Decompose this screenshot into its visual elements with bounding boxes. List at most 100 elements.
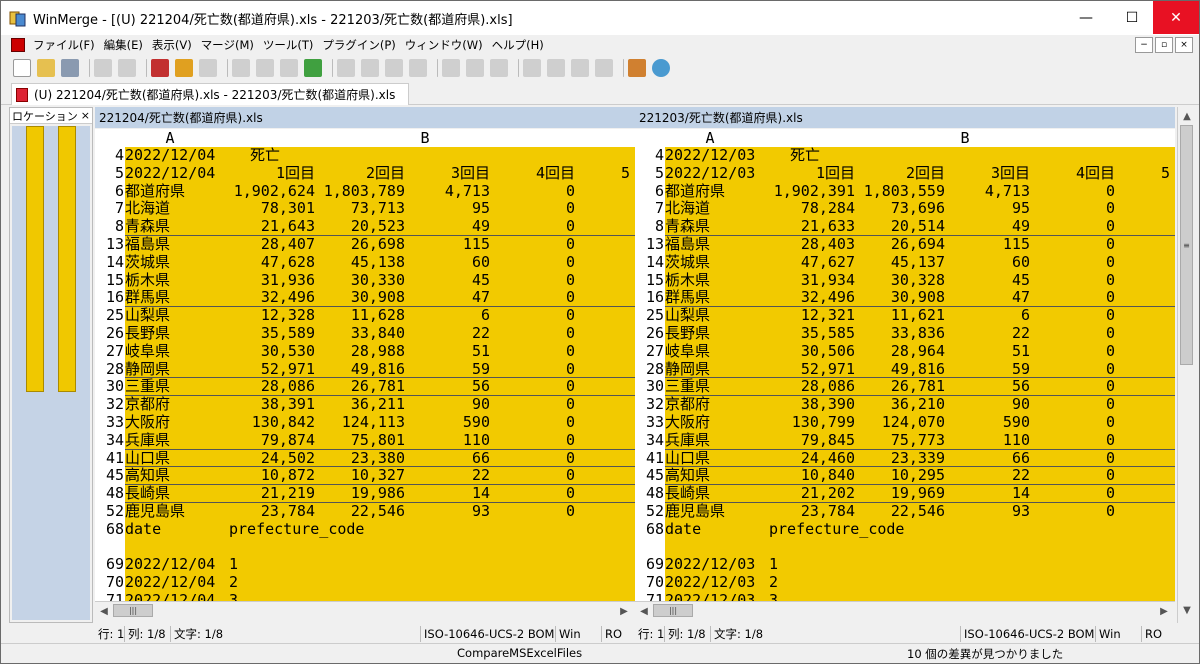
cell-b1[interactable]: 32,496	[755, 289, 855, 306]
cell-a[interactable]: 栃木県	[665, 272, 755, 290]
cell-a[interactable]: 2022/12/03	[665, 556, 755, 574]
cell-b4[interactable]: 0	[1030, 183, 1115, 201]
cell-b3[interactable]: 6	[405, 307, 490, 325]
cell-b[interactable]: prefecture_code	[215, 521, 364, 539]
all-right-icon[interactable]	[442, 59, 460, 77]
cell-b3[interactable]: 60	[945, 254, 1030, 272]
cell-b4[interactable]: 0	[490, 485, 575, 502]
cell-b2[interactable]: 28,964	[855, 343, 945, 361]
cell-b[interactable]: 1	[215, 556, 238, 574]
cell-b[interactable]	[755, 539, 769, 557]
cell-a[interactable]: 長野県	[665, 325, 755, 343]
cell-b2[interactable]: 28,988	[315, 343, 405, 361]
left-pane[interactable]: 221204/死亡数(都道府県).xls A B 4 2022/12/04 死亡 5 202…	[95, 107, 635, 623]
cell-b1[interactable]: 32,496	[215, 289, 315, 306]
cell-b2[interactable]: 22,546	[855, 503, 945, 521]
cell-b3[interactable]: 47	[405, 289, 490, 306]
cell-b3[interactable]: 66	[405, 450, 490, 467]
cell-b1[interactable]: 78,301	[215, 200, 315, 218]
cell-b2[interactable]: 30,328	[855, 272, 945, 290]
cell-b5[interactable]	[575, 254, 630, 272]
cell-b2[interactable]: 45,138	[315, 254, 405, 272]
right-grid[interactable]: A B 4 2022/12/03 死亡 5 2022/12/03 1回目 2回目 3回目 4回目 5 6…	[635, 129, 1175, 601]
cell-b2[interactable]: 49,816	[855, 361, 945, 378]
cell-a[interactable]: 長崎県	[665, 485, 755, 502]
cell-b3[interactable]: 59	[405, 361, 490, 378]
menu-plugins[interactable]: プラグイン(P)	[322, 37, 395, 53]
cell-b4[interactable]: 0	[1030, 307, 1115, 325]
cell-b3[interactable]: 22	[405, 325, 490, 343]
maximize-button[interactable]: ☐	[1109, 1, 1155, 34]
cell-a[interactable]: 福島県	[125, 236, 215, 254]
table-row[interactable]: 7 北海道 78,284 73,696 95 0	[635, 200, 1175, 219]
cell-b3[interactable]: 590	[945, 414, 1030, 432]
cell-b5[interactable]	[1115, 450, 1170, 467]
cell-a[interactable]: 山梨県	[665, 307, 755, 325]
cell-a[interactable]: 2022/12/03	[665, 574, 755, 592]
cell-b1[interactable]: 28,086	[755, 378, 855, 395]
cell-b2[interactable]: 20,523	[315, 218, 405, 235]
cell-b5[interactable]	[1115, 200, 1170, 218]
copy-right-icon[interactable]	[337, 59, 355, 77]
cell-b2[interactable]: 30,908	[855, 289, 945, 306]
cell-a[interactable]: 京都府	[665, 396, 755, 414]
cell-b3[interactable]: 93	[945, 503, 1030, 521]
document-menu-icon[interactable]	[11, 38, 25, 52]
cell-b4[interactable]: 0	[1030, 289, 1115, 306]
cell-b4[interactable]: 0	[1030, 236, 1115, 254]
table-row[interactable]: 25 山梨県 12,321 11,621 6 0	[635, 306, 1175, 325]
location-pane-close-button[interactable]: ×	[81, 109, 90, 122]
cell-b4[interactable]: 0	[490, 254, 575, 272]
table-row[interactable]: 34 兵庫県 79,874 75,801 110 0	[95, 431, 635, 450]
cell-a[interactable]: 兵庫県	[125, 432, 215, 449]
scroll-up-icon[interactable]: ▲	[1180, 109, 1194, 123]
cell-b4[interactable]: 0	[490, 414, 575, 432]
cell-b2[interactable]: 26,781	[315, 378, 405, 395]
cell-b4[interactable]: 0	[490, 467, 575, 484]
cell-b1[interactable]: 10,872	[215, 467, 315, 484]
cell-b2[interactable]: 10,295	[855, 467, 945, 484]
cell-b3[interactable]	[405, 147, 490, 165]
cell-b1[interactable]: 28,407	[215, 236, 315, 254]
cell-b5[interactable]	[575, 183, 630, 201]
cell-b5[interactable]	[575, 272, 630, 290]
cell-b2[interactable]: 45,137	[855, 254, 945, 272]
cell-a[interactable]: 高知県	[125, 467, 215, 484]
cell-b1[interactable]: 79,845	[755, 432, 855, 449]
cell-b1[interactable]: 79,874	[215, 432, 315, 449]
scroll-left-icon[interactable]: ◀	[637, 604, 651, 618]
cell-b5[interactable]	[575, 432, 630, 449]
cell-b5[interactable]	[1115, 396, 1170, 414]
cell-b5[interactable]	[1115, 147, 1170, 165]
cell-b4[interactable]: 0	[490, 450, 575, 467]
cell-b3[interactable]: 51	[405, 343, 490, 361]
cell-b1[interactable]: 23,784	[215, 503, 315, 521]
scroll-thumb[interactable]: ≡	[1180, 125, 1193, 365]
cell-b1[interactable]: 35,585	[755, 325, 855, 343]
cell-b2[interactable]: 49,816	[315, 361, 405, 378]
cell-b5[interactable]	[575, 485, 630, 502]
cell-a[interactable]: 都道府県	[125, 183, 215, 201]
minimize-button[interactable]: —	[1063, 1, 1109, 34]
table-row[interactable]	[95, 538, 635, 557]
cell-a[interactable]: 岐阜県	[125, 343, 215, 361]
undo-icon[interactable]	[94, 59, 112, 77]
cell-b1[interactable]: 31,936	[215, 272, 315, 290]
cell-b2[interactable]: 124,113	[315, 414, 405, 432]
cell-b4[interactable]: 0	[1030, 200, 1115, 218]
location-map[interactable]	[12, 126, 90, 620]
cell-b[interactable]	[215, 539, 229, 557]
table-row[interactable]: 5 2022/12/04 1回目 2回目 3回目 4回目 5	[95, 164, 635, 183]
cell-a[interactable]: 長崎県	[125, 485, 215, 502]
cell-b1[interactable]: 24,502	[215, 450, 315, 467]
cell-b3[interactable]: 90	[405, 396, 490, 414]
refresh-icon[interactable]	[652, 59, 670, 77]
cell-b4[interactable]: 0	[1030, 218, 1115, 235]
cell-b4[interactable]: 0	[490, 289, 575, 306]
cell-b4[interactable]: 0	[1030, 467, 1115, 484]
cell-b2[interactable]: 1,803,559	[855, 183, 945, 201]
cell-b2[interactable]: 33,840	[315, 325, 405, 343]
right-pane[interactable]: 221203/死亡数(都道府県).xls A B 4 2022/12/03 死亡 5 202…	[635, 107, 1175, 623]
table-row[interactable]: 13 福島県 28,407 26,698 115 0	[95, 235, 635, 254]
column-a-header[interactable]: A	[665, 129, 755, 147]
